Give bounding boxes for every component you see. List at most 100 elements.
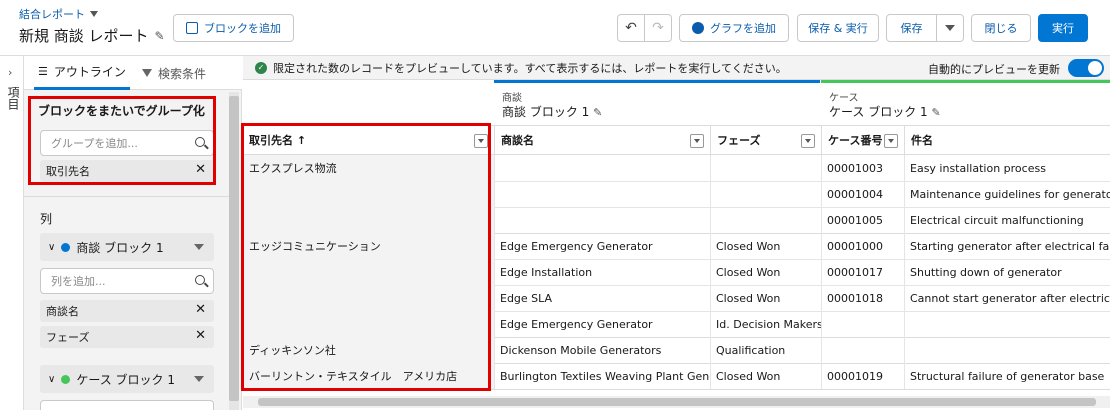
row-divider <box>494 207 1110 208</box>
table-cell-subject: Easy installation process <box>910 161 1046 175</box>
row-divider <box>494 259 1110 260</box>
row-divider <box>494 181 1110 182</box>
report-builder-header: 結合レポート 新規 商談 レポート ✎ ブロックを追加 ↶ ↷ グラフを追加 保… <box>0 0 1110 56</box>
chevron-down-icon[interactable]: ∨ <box>48 374 55 385</box>
chevron-down-icon[interactable]: ∨ <box>48 242 55 253</box>
column-header-label: 件名 <box>911 134 933 147</box>
group-divider <box>243 389 1110 390</box>
column-divider <box>710 155 711 389</box>
table-cell-opp-name: Edge Emergency Generator <box>500 317 653 331</box>
column-header-account[interactable]: 取引先名 ↑ <box>243 125 494 155</box>
add-chart-button[interactable]: グラフを追加 <box>679 14 789 42</box>
chevron-down-icon[interactable] <box>90 11 98 17</box>
column-header-opp-name[interactable]: 商談名 <box>494 125 710 155</box>
group-search-placeholder: グループを追加... <box>51 137 138 150</box>
filter-icon <box>142 69 152 77</box>
table-cell-case-number: 00001004 <box>827 187 883 201</box>
block-type: 商談 <box>502 93 522 104</box>
column-menu-icon[interactable] <box>690 134 704 148</box>
table-cell-stage: Closed Won <box>716 291 781 305</box>
panel-scroll-thumb[interactable] <box>229 96 239 401</box>
table-cell-stage: Qualification <box>716 343 786 357</box>
close-icon[interactable]: ✕ <box>195 302 206 317</box>
pencil-icon[interactable]: ✎ <box>932 106 941 119</box>
column-header-label: ケース番号 <box>828 134 883 147</box>
undo-icon: ↶ <box>625 20 637 36</box>
block-menu-icon[interactable] <box>194 244 204 250</box>
table-cell-case-number: 00001005 <box>827 213 883 227</box>
report-type-breadcrumb[interactable]: 結合レポート <box>19 6 98 22</box>
column-divider <box>494 155 495 389</box>
redo-button[interactable]: ↷ <box>644 14 672 42</box>
table-cell-opp-name: Dickenson Mobile Generators <box>500 343 662 357</box>
column-pill[interactable]: フェーズ ✕ <box>40 326 214 348</box>
undo-button[interactable]: ↶ <box>617 14 645 42</box>
auto-preview-label: 自動的にプレビューを更新 <box>928 63 1060 76</box>
table-cell-case-number: 00001017 <box>827 265 883 279</box>
group-account-cell: バーリントン・テキスタイル アメリカ店 <box>243 363 494 389</box>
run-button[interactable]: 実行 <box>1038 14 1088 42</box>
block-type: ケース <box>829 93 859 104</box>
save-button[interactable]: 保存 <box>886 14 937 42</box>
block-header-case[interactable]: ∨ ケース ブロック 1 <box>40 365 214 393</box>
chevron-right-icon[interactable]: › <box>8 66 12 79</box>
outline-panel: ☰ アウトライン 検索条件 ブロックをまたいでグループ化 グループを追加... … <box>24 56 242 410</box>
column-header-label: 取引先名 ↑ <box>249 134 307 147</box>
column-menu-icon[interactable] <box>801 134 815 148</box>
column-header-subject[interactable]: 件名 <box>904 125 1110 155</box>
add-block-label: ブロックを追加 <box>204 22 281 35</box>
fields-panel-label[interactable]: 項目 <box>5 86 22 110</box>
column-header-stage[interactable]: フェーズ <box>710 125 821 155</box>
tab-filters[interactable]: 検索条件 <box>142 56 206 90</box>
table-cell-opp-name: Edge Installation <box>500 265 593 279</box>
grid-scroll-thumb[interactable] <box>258 398 1096 406</box>
close-icon[interactable]: ✕ <box>195 162 206 177</box>
add-block-icon <box>186 22 198 34</box>
table-cell-stage: Id. Decision Makers <box>716 317 821 331</box>
table-cell-case-number: 00001019 <box>827 369 883 383</box>
table-cell-opp-name: Edge SLA <box>500 291 553 305</box>
close-icon[interactable]: ✕ <box>195 328 206 343</box>
column-header-case-number[interactable]: ケース番号 <box>821 125 904 155</box>
column-menu-icon[interactable] <box>474 134 488 148</box>
list-icon: ☰ <box>38 65 48 78</box>
column-menu-icon[interactable] <box>884 134 898 148</box>
table-cell-subject: Shutting down of generator <box>910 265 1062 279</box>
column-search-input[interactable] <box>40 400 214 410</box>
save-menu-button[interactable] <box>936 14 964 42</box>
group-search-input[interactable]: グループを追加... <box>40 130 214 156</box>
panel-tabs: ☰ アウトライン 検索条件 <box>24 56 242 90</box>
search-icon <box>195 137 205 147</box>
tab-outline[interactable]: ☰ アウトライン <box>34 56 130 90</box>
pencil-icon[interactable]: ✎ <box>593 106 602 119</box>
block-color-dot <box>61 374 71 384</box>
column-header-label: 商談名 <box>501 134 534 147</box>
block-header-opportunity[interactable]: ∨ 商談 ブロック 1 <box>40 233 214 261</box>
table-cell-stage: Closed Won <box>716 369 781 383</box>
group-account-cell: エッジコミュニケーション <box>243 233 494 337</box>
breadcrumb-label[interactable]: 結合レポート <box>19 6 85 22</box>
table-cell-opp-name: Burlington Textiles Weaving Plant Genera… <box>500 369 710 383</box>
success-icon: ✓ <box>255 61 267 74</box>
close-button[interactable]: 閉じる <box>971 14 1031 42</box>
add-chart-label: グラフを追加 <box>710 22 776 35</box>
fields-collapsed-panel[interactable]: › 項目 <box>0 56 24 410</box>
column-pill-label: 商談名 <box>46 305 79 318</box>
search-icon <box>195 275 205 285</box>
column-search-input[interactable]: 列を追加... <box>40 268 214 294</box>
block-title-text: ケース ブロック 1 <box>829 105 928 119</box>
table-cell-subject: Electrical circuit malfunctioning <box>910 213 1084 227</box>
block-title-text: 商談 ブロック 1 <box>502 105 590 119</box>
table-cell-stage: Closed Won <box>716 239 781 253</box>
preview-notice-text: 限定された数のレコードをプレビューしています。すべて表示するには、レポートを実行… <box>273 61 787 75</box>
save-and-run-button[interactable]: 保存 & 実行 <box>797 14 879 42</box>
pencil-icon[interactable]: ✎ <box>155 29 165 43</box>
chart-icon <box>692 22 704 34</box>
report-title-text: 新規 商談 レポート <box>19 27 149 45</box>
table-cell-case-number: 00001000 <box>827 239 883 253</box>
add-block-button[interactable]: ブロックを追加 <box>173 14 294 42</box>
group-pill[interactable]: 取引先名 ✕ <box>40 160 214 182</box>
column-pill[interactable]: 商談名 ✕ <box>40 300 214 322</box>
block-menu-icon[interactable] <box>194 376 204 382</box>
auto-preview-toggle[interactable] <box>1068 59 1104 77</box>
